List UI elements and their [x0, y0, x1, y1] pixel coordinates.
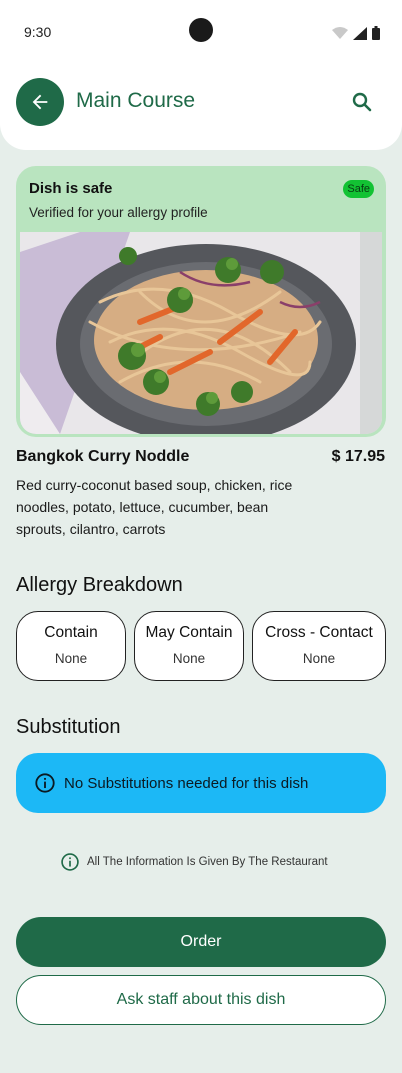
- battery-icon: [372, 26, 380, 40]
- allergy-contain-card: Contain None: [16, 611, 126, 681]
- app-header: 9:30 Main Course: [0, 0, 402, 150]
- signal-icon: [353, 26, 367, 40]
- status-icons: [332, 26, 380, 40]
- camera-cutout: [189, 18, 213, 42]
- wifi-icon: [332, 26, 348, 39]
- allergy-may-contain-card: May Contain None: [134, 611, 244, 681]
- dish-image: [20, 232, 382, 434]
- dish-description: Red curry-coconut based soup, chicken, r…: [16, 477, 293, 537]
- page-title: Main Course: [76, 89, 196, 112]
- allergy-cross-contact-card: Cross - Contact None: [252, 611, 386, 681]
- allergy-contain-value: None: [54, 651, 88, 666]
- safety-title: Dish is safe: [29, 180, 113, 197]
- info-icon: [61, 853, 79, 871]
- order-button[interactable]: Order: [16, 917, 386, 967]
- allergy-contain-label: Contain: [44, 624, 98, 641]
- ask-staff-button[interactable]: Ask staff about this dish: [16, 975, 386, 1025]
- info-icon: [35, 773, 55, 793]
- substitution-message: No Substitutions needed for this dish: [64, 774, 309, 792]
- allergy-cross-contact-value: None: [302, 651, 336, 666]
- search-icon[interactable]: [350, 90, 374, 114]
- allergy-section-title: Allergy Breakdown: [16, 574, 183, 596]
- status-time: 9:30: [24, 24, 52, 40]
- dish-price: $ 17.95: [331, 448, 385, 465]
- substitution-banner: No Substitutions needed for this dish: [16, 753, 386, 813]
- allergy-may-contain-value: None: [172, 651, 206, 666]
- allergy-may-contain-label: May Contain: [145, 624, 233, 641]
- back-button[interactable]: [16, 78, 64, 126]
- safety-card: Dish is safe Verified for your allergy p…: [16, 166, 386, 437]
- safe-badge: Safe: [343, 180, 374, 198]
- substitution-section-title: Substitution: [16, 716, 121, 738]
- restaurant-info-note: All The Information Is Given By The Rest…: [60, 852, 328, 872]
- allergy-cross-contact-label: Cross - Contact: [265, 624, 373, 641]
- dish-name: Bangkok Curry Noddle: [16, 448, 190, 465]
- restaurant-info-text: All The Information Is Given By The Rest…: [87, 856, 328, 868]
- safety-subtitle: Verified for your allergy profile: [29, 205, 208, 220]
- arrow-left-icon: [32, 94, 48, 110]
